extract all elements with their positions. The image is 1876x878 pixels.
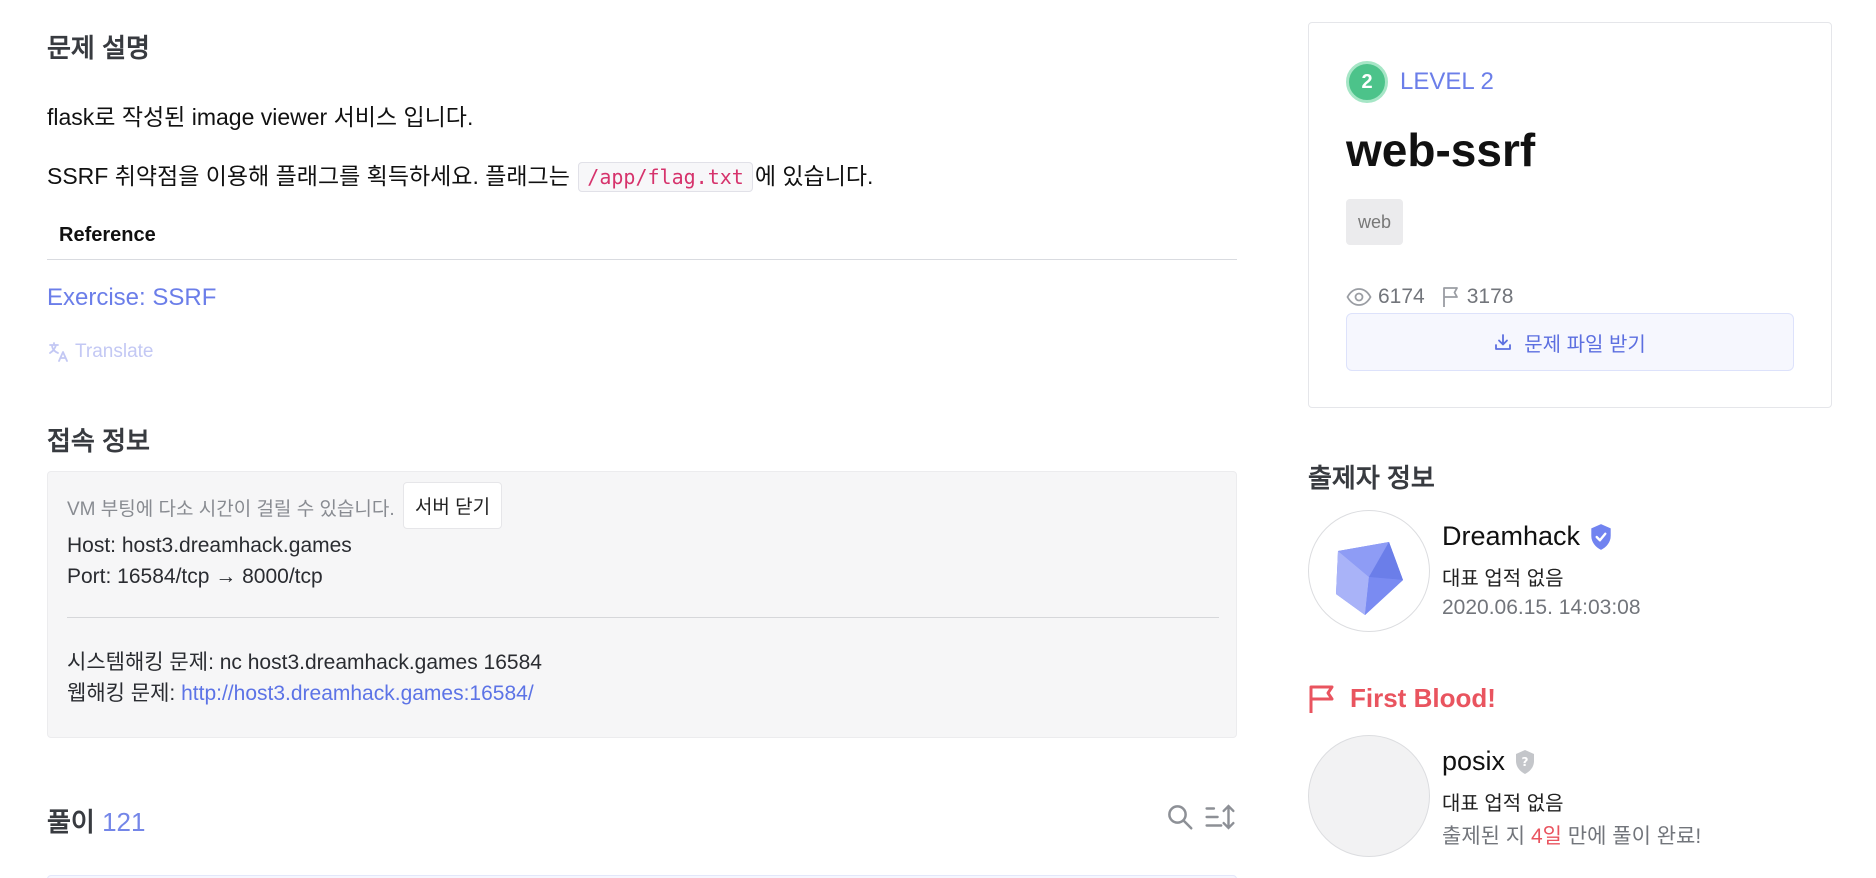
solutions-title: 풀이 121: [47, 802, 145, 839]
author-name[interactable]: Dreamhack: [1442, 521, 1580, 552]
verified-badge-icon: [1591, 523, 1611, 550]
port-line: Port: 16584/tcp → 8000/tcp: [67, 565, 323, 588]
first-blood-solved-info: 출제된 지 4일 만에 풀이 완료!: [1442, 820, 1701, 850]
first-blood-flag-icon: [1309, 685, 1334, 713]
first-blood-title: First Blood!: [1308, 683, 1496, 714]
first-blood-name-row: posix ?: [1442, 746, 1537, 777]
web-hacking-link[interactable]: http://host3.dreamhack.games:16584/: [181, 682, 534, 705]
views-count: 6174: [1378, 285, 1425, 308]
solutions-count: 121: [102, 807, 146, 837]
reference-table: Reference: [47, 216, 1237, 260]
first-blood-avatar[interactable]: [1308, 735, 1430, 857]
solutions-title-label: 풀이: [47, 807, 95, 837]
svg-text:?: ?: [1522, 755, 1529, 769]
reference-link[interactable]: Exercise: SSRF: [47, 284, 216, 312]
author-date: 2020.06.15. 14:03:08: [1442, 596, 1641, 619]
solved-suffix: 만에 풀이 완료!: [1561, 825, 1702, 848]
flag-icon: [1442, 287, 1458, 307]
challenge-card: 2 LEVEL 2 web-ssrf web 6174 3178 문제 파일 받…: [1308, 22, 1832, 408]
solved-days: 4일: [1530, 825, 1562, 848]
unverified-badge-icon: ?: [1516, 749, 1535, 774]
challenge-stats: 6174 3178: [1346, 285, 1529, 309]
search-icon[interactable]: [1165, 802, 1195, 832]
system-hacking-line: 시스템해킹 문제: nc host3.dreamhack.games 16584: [67, 651, 542, 674]
translate-label: Translate: [75, 341, 154, 362]
solutions-tools: [1165, 802, 1237, 832]
sort-icon[interactable]: [1203, 802, 1237, 832]
web-hacking-prefix: 웹해킹 문제:: [67, 682, 182, 705]
vm-boot-note: VM 부팅에 다소 시간이 걸릴 수 있습니다.: [67, 499, 395, 520]
first-blood-achievement: 대표 업적 없음: [1442, 793, 1564, 815]
host-line: Host: host3.dreamhack.games: [67, 534, 352, 557]
flag-path-code: /app/flag.txt: [578, 162, 753, 192]
dreamhack-logo-icon: [1336, 542, 1403, 615]
author-achievement: 대표 업적 없음: [1442, 568, 1564, 590]
eye-icon: [1346, 288, 1372, 306]
level-badge: 2: [1346, 61, 1388, 103]
first-blood-label: First Blood!: [1350, 683, 1496, 713]
category-tag[interactable]: web: [1346, 199, 1404, 245]
level-label: LEVEL 2: [1400, 68, 1494, 95]
description-line-2: SSRF 취약점을 이용해 플래그를 획득하세요. 플래그는 /app/flag…: [47, 157, 874, 192]
connection-divider: [67, 617, 1219, 618]
solves-count: 3178: [1466, 285, 1514, 308]
download-icon: [1495, 334, 1512, 350]
translate-button[interactable]: Translate: [47, 340, 154, 364]
solved-prefix: 출제된 지: [1442, 825, 1531, 848]
download-files-button[interactable]: 문제 파일 받기: [1346, 313, 1794, 371]
author-avatar[interactable]: [1308, 510, 1430, 632]
author-name-row: Dreamhack: [1442, 521, 1614, 552]
description-line-2-text: SSRF 취약점을 이용해 플래그를 획득하세요. 플래그는: [47, 163, 577, 189]
reference-header: Reference: [59, 224, 156, 246]
download-files-label: 문제 파일 받기: [1524, 333, 1646, 356]
connection-title: 접속 정보: [47, 426, 150, 456]
challenge-title: web-ssrf: [1346, 124, 1536, 176]
author-section-title: 출제자 정보: [1308, 463, 1435, 493]
web-hacking-line: 웹해킹 문제: http://host3.dreamhack.games:165…: [67, 677, 534, 707]
description-title: 문제 설명: [47, 33, 150, 63]
description-line-1: flask로 작성된 image viewer 서비스 입니다.: [47, 104, 474, 130]
first-blood-name[interactable]: posix: [1442, 746, 1505, 777]
connection-info-box: VM 부팅에 다소 시간이 걸릴 수 있습니다. 서버 닫기 Host: hos…: [47, 471, 1237, 738]
description-line-2-tail: 에 있습니다.: [754, 163, 874, 189]
translate-icon: [49, 342, 68, 362]
server-close-button[interactable]: 서버 닫기: [403, 482, 502, 529]
